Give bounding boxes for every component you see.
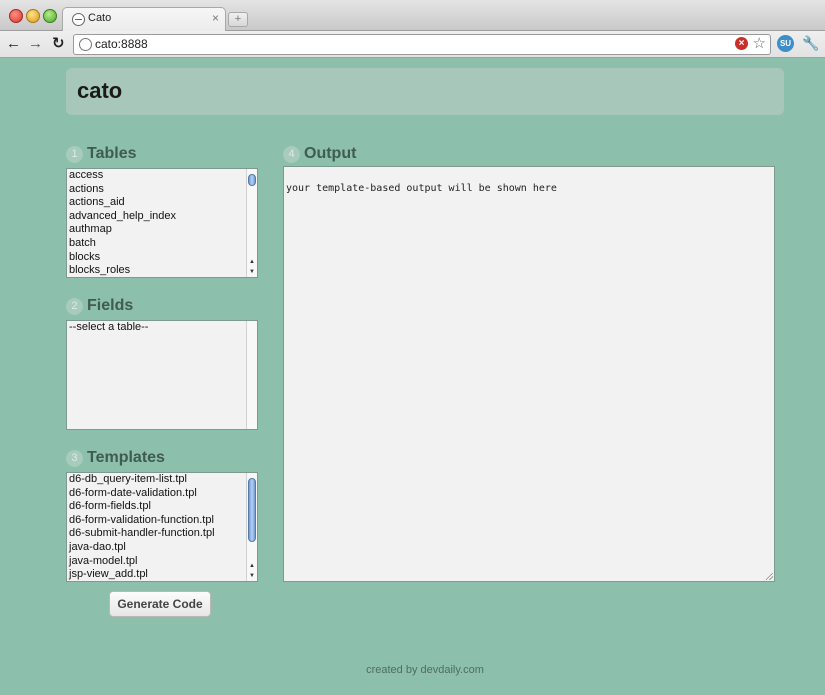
table-option[interactable]: blocks_roles [67, 264, 257, 278]
templates-items: d6-db_query-item-list.tpl d6-form-date-va… [67, 473, 257, 582]
browser-toolbar: ← → ↻ cato:8888 × ☆ SU 🔧 [0, 31, 825, 58]
table-option[interactable]: access [67, 169, 257, 183]
fields-scrollbar[interactable] [246, 321, 257, 429]
tables-listbox[interactable]: access actions actions_aid advanced_help_in… [66, 168, 258, 278]
zoom-window-button[interactable] [43, 9, 57, 23]
tables-heading-label: Tables [87, 145, 137, 162]
tables-scrollbar[interactable]: ▲ ▼ [246, 169, 257, 277]
fields-heading-label: Fields [87, 297, 134, 314]
tab-title: Cato [88, 12, 112, 24]
output-heading-label: Output [304, 145, 357, 162]
globe-icon [79, 38, 92, 51]
globe-icon [72, 13, 85, 26]
wrench-menu-icon[interactable]: 🔧 [802, 35, 819, 52]
generate-code-button[interactable]: Generate Code [109, 591, 211, 617]
table-option[interactable]: actions_aid [67, 196, 257, 210]
tables-heading: 1 Tables [66, 145, 137, 163]
step-number: 1 [66, 146, 83, 163]
reload-icon[interactable]: ↻ [52, 34, 65, 54]
templates-heading-label: Templates [87, 449, 165, 466]
scroll-down-arrow-icon[interactable]: ▼ [247, 572, 257, 581]
output-text: your template-based output will be shown… [286, 183, 557, 194]
template-option[interactable]: d6-db_query-item-list.tpl [67, 473, 257, 487]
stumbleupon-extension-icon[interactable]: SU [777, 35, 794, 52]
scroll-up-arrow-icon[interactable]: ▲ [247, 562, 257, 571]
template-option[interactable]: jsp-view_add.tpl [67, 568, 257, 582]
new-tab-button[interactable]: + [228, 12, 248, 27]
step-number: 3 [66, 450, 83, 467]
address-bar[interactable]: cato:8888 × ☆ [73, 34, 771, 55]
table-option[interactable]: batch [67, 237, 257, 251]
close-window-button[interactable] [9, 9, 23, 23]
tables-items: access actions actions_aid advanced_help_in… [67, 169, 257, 278]
template-option[interactable]: d6-form-fields.tpl [67, 500, 257, 514]
templates-scrollbar[interactable]: ▲ ▼ [246, 473, 257, 581]
scroll-thumb[interactable] [248, 174, 256, 186]
step-number: 4 [283, 146, 300, 163]
table-option[interactable]: authmap [67, 223, 257, 237]
template-option[interactable]: d6-submit-handler-function.tpl [67, 527, 257, 541]
output-heading: 4 Output [283, 145, 356, 163]
fields-items: --select a table-- [67, 321, 257, 335]
stop-icon[interactable]: × [735, 37, 748, 50]
output-textarea[interactable]: your template-based output will be shown… [283, 166, 775, 582]
field-option[interactable]: --select a table-- [67, 321, 257, 335]
address-url[interactable]: cato:8888 [95, 37, 148, 51]
page-header: cato [66, 68, 784, 115]
scroll-down-arrow-icon[interactable]: ▼ [247, 268, 257, 277]
table-option[interactable]: blocks [67, 251, 257, 265]
template-option[interactable]: java-dao.tpl [67, 541, 257, 555]
forward-arrow-icon[interactable]: → [28, 34, 43, 54]
fields-listbox[interactable]: --select a table-- [66, 320, 258, 430]
browser-tab[interactable]: Cato × [62, 7, 226, 31]
back-arrow-icon[interactable]: ← [6, 34, 21, 54]
fields-heading: 2 Fields [66, 297, 133, 315]
minimize-window-button[interactable] [26, 9, 40, 23]
templates-heading: 3 Templates [66, 449, 165, 467]
scroll-up-arrow-icon[interactable]: ▲ [247, 258, 257, 267]
step-number: 2 [66, 298, 83, 315]
table-option[interactable]: actions [67, 183, 257, 197]
bookmark-star-icon[interactable]: ☆ [753, 35, 766, 52]
footer-credit: created by devdaily.com [366, 664, 484, 676]
template-option[interactable]: d6-form-date-validation.tpl [67, 487, 257, 501]
templates-listbox[interactable]: d6-db_query-item-list.tpl d6-form-date-va… [66, 472, 258, 582]
scroll-thumb[interactable] [248, 478, 256, 542]
tab-close-icon[interactable]: × [212, 11, 219, 25]
window-titlebar: Cato × + [0, 0, 825, 31]
template-option[interactable]: d6-form-validation-function.tpl [67, 514, 257, 528]
resize-grip-icon[interactable] [766, 573, 773, 580]
page-title: cato [77, 78, 123, 103]
table-option[interactable]: advanced_help_index [67, 210, 257, 224]
template-option[interactable]: java-model.tpl [67, 555, 257, 569]
